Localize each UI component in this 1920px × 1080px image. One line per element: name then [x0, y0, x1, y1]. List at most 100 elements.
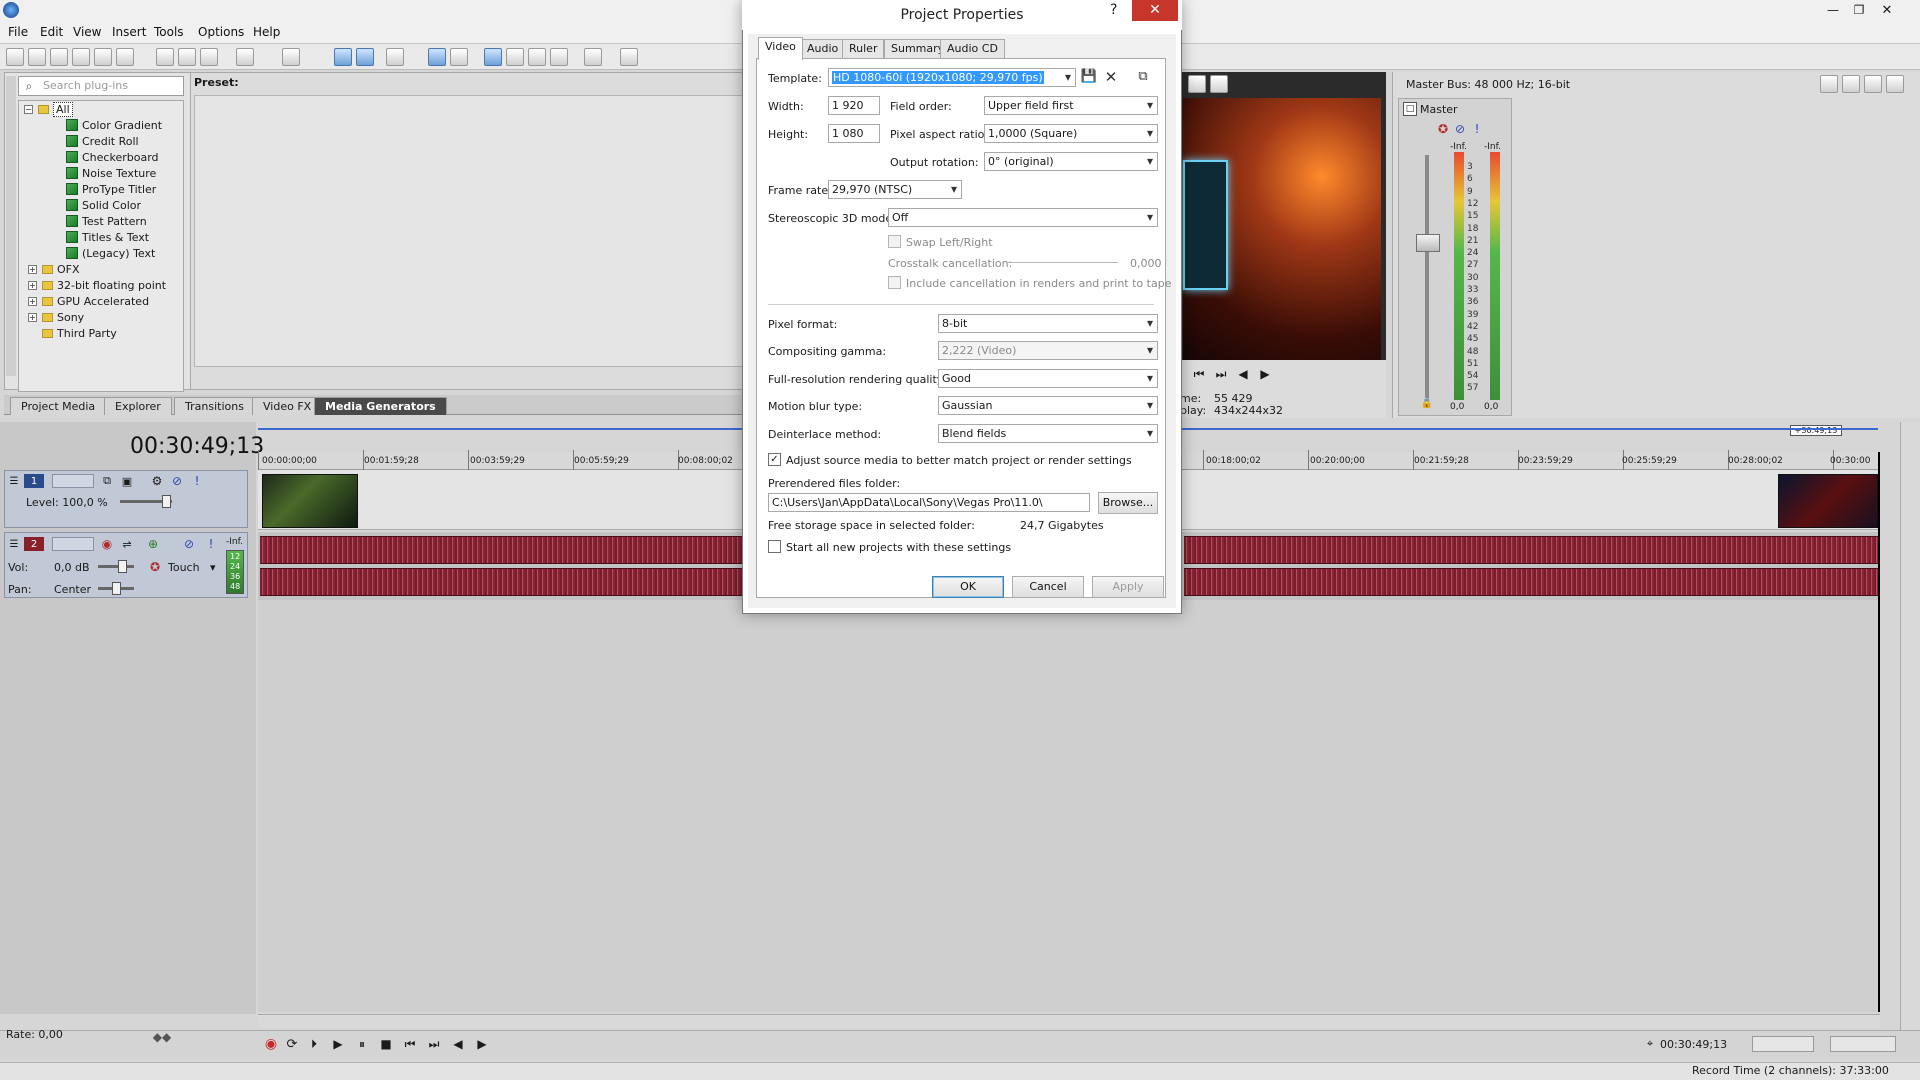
snap-icon[interactable] — [334, 48, 352, 66]
tree-item-sony[interactable]: + Sony — [28, 309, 84, 325]
include-cancellation-checkbox[interactable] — [888, 276, 901, 289]
expand-icon[interactable]: + — [28, 296, 37, 306]
track-solo-icon[interactable]: ! — [190, 474, 204, 488]
plugin-search-input[interactable]: ⌕ Search plug-ins — [18, 76, 184, 96]
next-frame-icon[interactable]: ▶ — [474, 1036, 490, 1052]
track-mute-icon[interactable]: ⊘ — [170, 474, 184, 488]
tree-item-color-gradient[interactable]: Color Gradient — [66, 117, 162, 133]
minimize-icon[interactable]: — — [1822, 0, 1844, 20]
save-as-icon[interactable] — [72, 48, 90, 66]
copy-icon[interactable] — [178, 48, 196, 66]
tree-item-checkerboard[interactable]: Checkerboard — [66, 149, 159, 165]
next-frame-icon[interactable]: ⏭ — [1212, 366, 1230, 382]
audio-waveform-right-a[interactable] — [260, 568, 744, 596]
tree-item-all[interactable]: − All — [24, 101, 73, 117]
help-icon[interactable]: ? — [1110, 2, 1117, 18]
swap-checkbox[interactable] — [888, 235, 901, 248]
go-to-end-icon[interactable]: ⏭ — [426, 1036, 442, 1052]
video-event-start[interactable] — [262, 474, 358, 528]
save-template-icon[interactable]: 💾 — [1080, 68, 1098, 86]
apply-button[interactable]: Apply — [1092, 576, 1164, 598]
step-back-icon[interactable]: ◀ — [1234, 366, 1252, 382]
envelope-tool-icon[interactable] — [506, 48, 524, 66]
vol-slider-track[interactable] — [98, 565, 134, 568]
tab-media-generators[interactable]: Media Generators — [314, 397, 447, 415]
track-invert-icon[interactable]: ⇌ — [120, 537, 134, 551]
pixel-format-dropdown[interactable]: 8-bit — [938, 314, 1158, 333]
selection-tool-icon[interactable] — [528, 48, 546, 66]
cut-icon[interactable] — [156, 48, 174, 66]
menu-help[interactable]: Help — [253, 25, 280, 39]
start-new-projects-checkbox[interactable] — [768, 540, 781, 553]
framerate-dropdown[interactable]: 29,970 (NTSC) — [828, 180, 962, 199]
menu-view[interactable]: View — [73, 25, 101, 39]
go-to-start-icon[interactable]: ⏮ — [402, 1036, 418, 1052]
restore-icon[interactable]: ❐ — [1848, 0, 1870, 20]
track-solo-icon[interactable]: ! — [204, 537, 218, 551]
tab-project-media[interactable]: Project Media — [10, 397, 107, 415]
tree-item-legacy-text[interactable]: (Legacy) Text — [66, 245, 155, 261]
audio-waveform-left-a[interactable] — [260, 536, 744, 564]
timeline-horizontal-scrollbar[interactable] — [258, 1014, 1880, 1028]
loop-icon[interactable]: ⟳ — [284, 1036, 300, 1052]
template-dropdown[interactable]: HD 1080-60i (1920x1080; 29,970 fps) — [828, 68, 1076, 87]
selection-start-field[interactable] — [1752, 1036, 1814, 1052]
adjust-source-checkbox[interactable]: ✓ — [768, 453, 781, 466]
tab-transitions[interactable]: Transitions — [174, 397, 255, 415]
close-app-icon[interactable]: ✕ — [1876, 0, 1898, 20]
tab-audio[interactable]: Audio — [800, 39, 846, 59]
master-solo-icon[interactable]: ! — [1470, 122, 1484, 136]
master-mute-icon[interactable]: ⊘ — [1453, 122, 1467, 136]
field-order-dropdown[interactable]: Upper field first — [984, 96, 1158, 115]
vol-slider-knob[interactable] — [118, 560, 127, 573]
expand-icon[interactable]: + — [28, 312, 37, 322]
gamma-dropdown[interactable]: 2,222 (Video) — [938, 341, 1158, 360]
track-fx-icon[interactable]: ⚙ — [150, 474, 164, 488]
undo-icon[interactable] — [236, 48, 254, 66]
pan-slider-knob[interactable] — [112, 582, 121, 595]
save-snapshot-icon[interactable] — [1210, 75, 1228, 93]
automation-icon[interactable]: ✪ — [148, 560, 162, 574]
delete-template-icon[interactable]: ✕ — [1102, 68, 1120, 86]
automation-dropdown-icon[interactable]: ▾ — [210, 561, 216, 574]
expand-icon[interactable]: + — [28, 264, 37, 274]
new-project-icon[interactable] — [6, 48, 24, 66]
arm-record-icon[interactable]: ◉ — [100, 537, 114, 551]
playhead-cursor[interactable] — [1878, 452, 1880, 1012]
tree-item-protype-titler[interactable]: ProType Titler — [66, 181, 156, 197]
track-name-field[interactable] — [52, 537, 94, 551]
menu-tools[interactable]: Tools — [154, 25, 184, 39]
tree-item-credit-roll[interactable]: Credit Roll — [66, 133, 139, 149]
paste-icon[interactable] — [200, 48, 218, 66]
rate-slider-icon[interactable]: ◆◆ — [150, 1030, 174, 1044]
lock-envelopes-icon[interactable] — [428, 48, 446, 66]
crosstalk-slider[interactable] — [1006, 262, 1118, 263]
track-composite-icon[interactable]: ▣ — [120, 474, 134, 488]
tab-audio-cd[interactable]: Audio CD — [940, 39, 1005, 59]
tree-item-gpu-accelerated[interactable]: + GPU Accelerated — [28, 293, 149, 309]
copy-snapshot-icon[interactable] — [1188, 75, 1206, 93]
browse-button[interactable]: Browse... — [1098, 492, 1158, 514]
play-from-start-icon[interactable]: ⏵ — [306, 1036, 322, 1052]
selection-length-field[interactable] — [1830, 1036, 1896, 1052]
ignore-grouping-icon[interactable] — [450, 48, 468, 66]
zoom-tool-icon[interactable] — [550, 48, 568, 66]
cancel-button[interactable]: Cancel — [1012, 576, 1084, 598]
panel-dock-handle[interactable] — [6, 76, 16, 376]
record-icon[interactable]: ◉ — [264, 1036, 278, 1052]
track-motion-icon[interactable]: ⧉ — [100, 474, 114, 488]
menu-file[interactable]: File — [8, 25, 28, 39]
play-icon[interactable]: ▶ — [330, 1036, 346, 1052]
tree-item-third-party[interactable]: Third Party — [42, 325, 117, 341]
stop-icon[interactable]: ■ — [378, 1036, 394, 1052]
master-fader-knob[interactable] — [1416, 234, 1440, 252]
tab-video-fx[interactable]: Video FX — [252, 397, 323, 415]
cursor-tool-icon[interactable] — [584, 48, 602, 66]
height-input[interactable]: 1 080 — [828, 124, 880, 143]
match-media-icon[interactable]: ⧉ — [1134, 68, 1152, 86]
mixer-meter-icon[interactable] — [1886, 75, 1904, 93]
stereo-dropdown[interactable]: Off — [888, 208, 1158, 227]
tab-explorer[interactable]: Explorer — [104, 397, 172, 415]
expand-icon[interactable]: + — [28, 280, 37, 290]
audio-waveform-right-b[interactable] — [1184, 568, 1878, 596]
